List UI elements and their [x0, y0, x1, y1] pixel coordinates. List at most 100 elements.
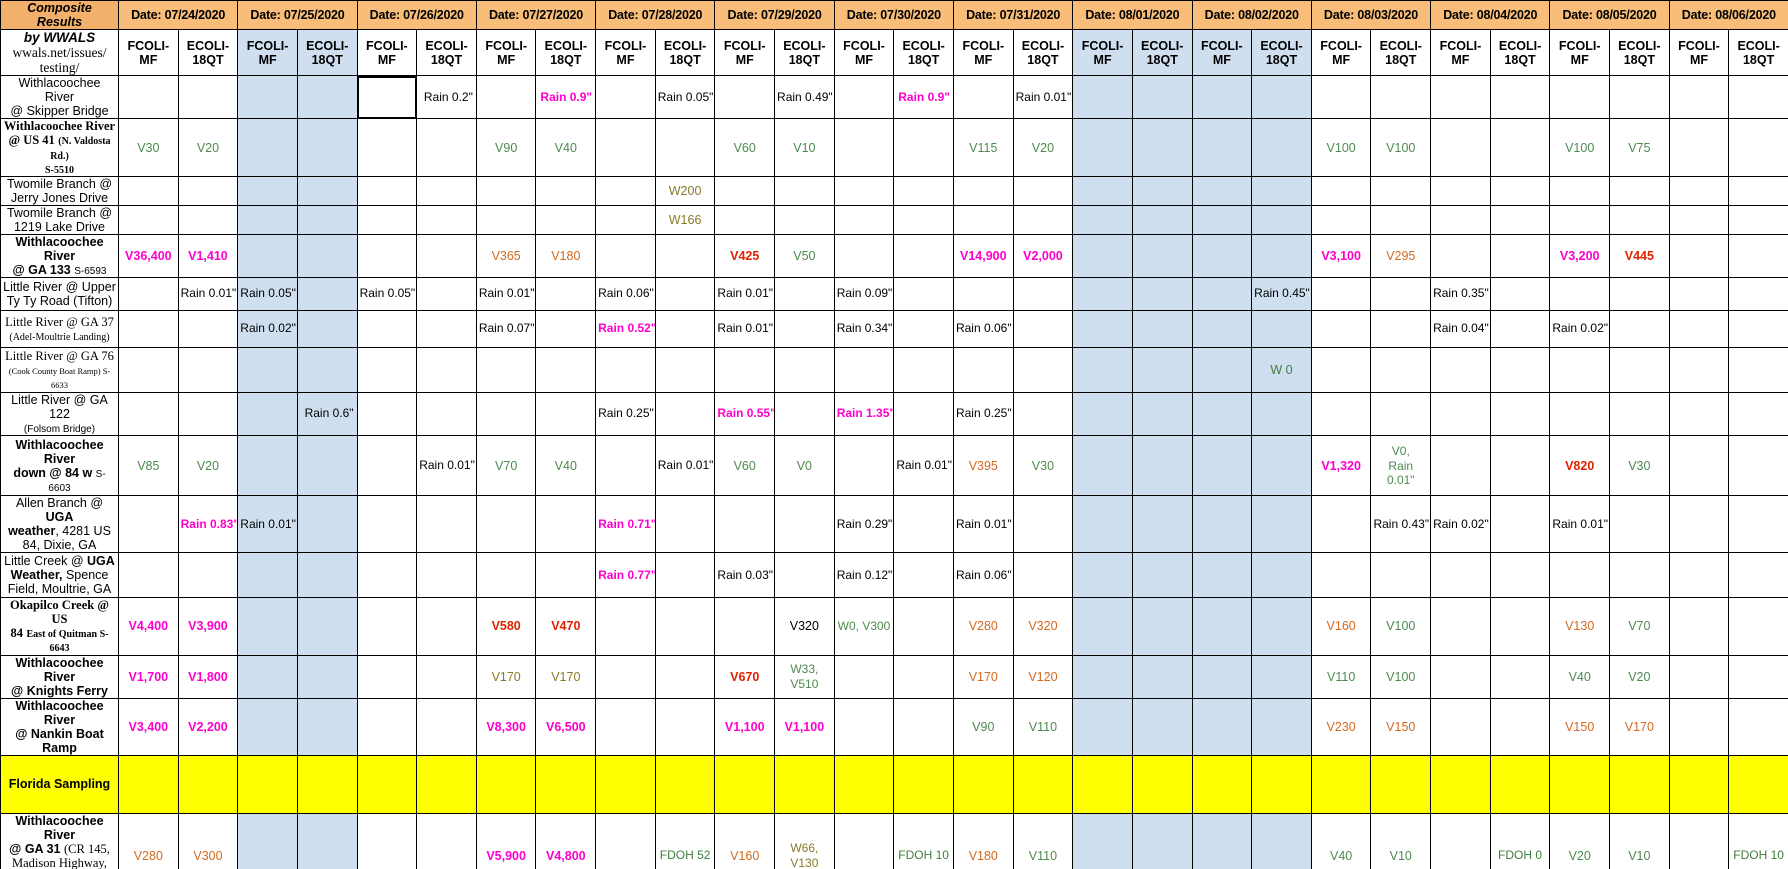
site-label[interactable]: Allen Branch @ UGA weather, 4281 US 84, Di…	[0, 495, 119, 554]
data-cell[interactable]	[416, 552, 477, 599]
data-cell[interactable]	[356, 654, 418, 699]
data-cell[interactable]	[654, 277, 716, 312]
data-cell[interactable]	[952, 277, 1014, 312]
column-header-fcoli-mf[interactable]: FCOLI- MF	[595, 28, 656, 77]
data-cell[interactable]	[1489, 347, 1551, 394]
data-cell[interactable]	[1489, 75, 1551, 120]
data-cell[interactable]: V230	[1310, 697, 1372, 756]
data-cell[interactable]	[1728, 233, 1788, 279]
data-cell[interactable]: V36,400	[118, 233, 179, 279]
data-cell[interactable]	[416, 347, 477, 394]
data-cell[interactable]: Rain 0.34"	[833, 310, 895, 349]
data-cell[interactable]: V100	[1370, 597, 1432, 656]
data-cell[interactable]: V0, Rain 0.01"	[1370, 435, 1432, 497]
column-header-ecoli-18qt[interactable]: ECOLI- 18QT	[177, 28, 239, 77]
data-cell[interactable]	[1549, 277, 1611, 312]
data-cell[interactable]	[1668, 75, 1730, 120]
data-cell[interactable]	[296, 812, 358, 869]
data-cell[interactable]	[1251, 812, 1312, 869]
data-cell[interactable]	[1668, 697, 1730, 756]
data-cell[interactable]	[714, 175, 776, 206]
data-cell[interactable]	[893, 552, 954, 599]
data-cell[interactable]	[1310, 347, 1372, 394]
column-header-fcoli-mf[interactable]: FCOLI- MF	[1310, 28, 1372, 77]
data-cell[interactable]: Rain 0.03"	[714, 552, 776, 599]
data-cell[interactable]	[237, 654, 298, 699]
data-cell[interactable]	[416, 597, 477, 656]
data-cell[interactable]	[1668, 654, 1730, 699]
data-cell[interactable]: V10	[774, 118, 835, 177]
data-cell[interactable]	[774, 392, 835, 437]
data-cell[interactable]	[1191, 495, 1253, 554]
data-cell[interactable]	[654, 347, 716, 394]
data-cell[interactable]	[535, 277, 597, 312]
data-cell[interactable]: V1,800	[177, 654, 239, 699]
data-cell[interactable]	[1191, 204, 1253, 235]
data-cell[interactable]	[1310, 75, 1372, 120]
data-cell[interactable]: FDOH 0	[1489, 812, 1551, 869]
data-cell[interactable]	[893, 118, 954, 177]
site-label[interactable]: Withlacoochee River @ GA 31 (CR 145, Madis…	[0, 812, 119, 869]
data-cell[interactable]: V100	[1370, 654, 1432, 699]
data-cell[interactable]	[118, 175, 179, 206]
column-header-ecoli-18qt[interactable]: ECOLI- 18QT	[1728, 28, 1788, 77]
data-cell[interactable]	[1728, 310, 1788, 349]
data-cell[interactable]	[1668, 347, 1730, 394]
data-cell[interactable]	[1012, 552, 1074, 599]
column-header-fcoli-mf[interactable]: FCOLI- MF	[237, 28, 298, 77]
data-cell[interactable]	[893, 347, 954, 394]
data-cell[interactable]	[416, 654, 477, 699]
data-cell[interactable]	[356, 597, 418, 656]
data-cell[interactable]	[1609, 175, 1670, 206]
data-cell[interactable]	[595, 75, 656, 120]
data-cell[interactable]: Rain 0.01"	[714, 277, 776, 312]
data-cell[interactable]	[1728, 277, 1788, 312]
data-cell[interactable]	[833, 435, 895, 497]
data-cell[interactable]: V90	[475, 118, 537, 177]
data-cell[interactable]: V295	[1370, 233, 1432, 279]
column-header-ecoli-18qt[interactable]: ECOLI- 18QT	[535, 28, 597, 77]
data-cell[interactable]	[535, 204, 597, 235]
data-cell[interactable]	[1489, 435, 1551, 497]
data-cell[interactable]	[1668, 392, 1730, 437]
data-cell[interactable]: V3,400	[118, 697, 179, 756]
data-cell[interactable]	[1251, 392, 1312, 437]
data-cell[interactable]	[1370, 392, 1432, 437]
data-cell[interactable]	[1668, 597, 1730, 656]
data-cell[interactable]: Rain 0.05"	[356, 277, 418, 312]
data-cell[interactable]	[416, 175, 477, 206]
data-cell[interactable]	[237, 118, 298, 177]
data-cell[interactable]	[893, 597, 954, 656]
data-cell[interactable]	[1549, 347, 1611, 394]
data-cell[interactable]	[1191, 233, 1253, 279]
data-cell[interactable]	[893, 233, 954, 279]
data-cell[interactable]: V160	[714, 812, 776, 869]
data-cell[interactable]	[118, 347, 179, 394]
data-cell[interactable]	[1310, 495, 1372, 554]
column-header-fcoli-mf[interactable]: FCOLI- MF	[1072, 28, 1133, 77]
data-cell[interactable]	[654, 654, 716, 699]
data-cell[interactable]	[1072, 495, 1133, 554]
data-cell[interactable]	[774, 204, 835, 235]
data-cell[interactable]	[1609, 347, 1670, 394]
data-cell[interactable]	[1370, 552, 1432, 599]
data-cell[interactable]	[1430, 233, 1491, 279]
data-cell[interactable]	[237, 347, 298, 394]
data-cell[interactable]	[1728, 697, 1788, 756]
data-cell[interactable]	[177, 310, 239, 349]
data-cell[interactable]	[1072, 310, 1133, 349]
data-cell[interactable]: V20	[177, 118, 239, 177]
data-cell[interactable]	[416, 277, 477, 312]
data-cell[interactable]	[654, 552, 716, 599]
data-cell[interactable]	[118, 310, 179, 349]
data-cell[interactable]	[356, 347, 418, 394]
data-cell[interactable]	[1489, 697, 1551, 756]
data-cell[interactable]	[1370, 347, 1432, 394]
data-cell[interactable]	[714, 347, 776, 394]
data-cell[interactable]	[1191, 75, 1253, 120]
data-cell[interactable]	[1131, 392, 1193, 437]
data-cell[interactable]	[356, 204, 418, 235]
data-cell[interactable]	[1609, 392, 1670, 437]
data-cell[interactable]: Rain 0.04"	[1430, 310, 1491, 349]
site-label[interactable]: Little River @ GA 76 (Cook County Boat Ra…	[0, 347, 119, 394]
